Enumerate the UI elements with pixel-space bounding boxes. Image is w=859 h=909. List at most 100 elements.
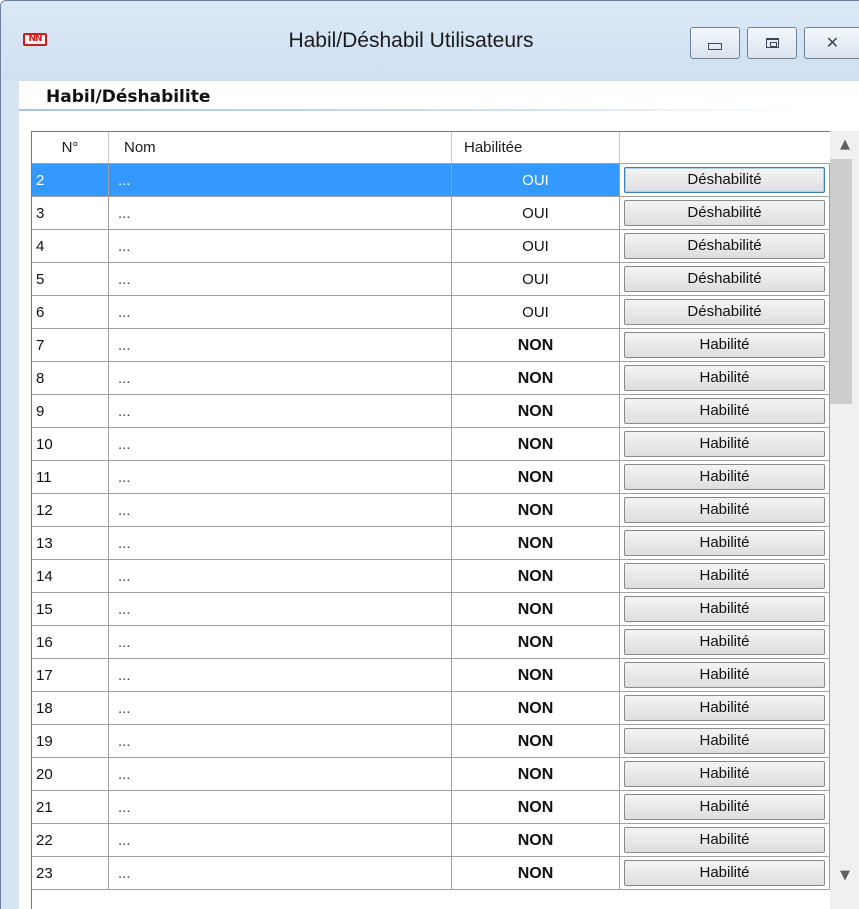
row-habilitee[interactable]: OUI bbox=[452, 164, 620, 197]
row-habilitee[interactable]: NON bbox=[452, 494, 620, 527]
row-name[interactable]: ... bbox=[109, 857, 452, 890]
deshabilite-button[interactable]: Déshabilité bbox=[624, 233, 825, 259]
row-habilitee[interactable]: NON bbox=[452, 395, 620, 428]
row-habilitee[interactable]: NON bbox=[452, 791, 620, 824]
habilite-button[interactable]: Habilité bbox=[624, 629, 825, 655]
row-habilitee[interactable]: NON bbox=[452, 659, 620, 692]
header-action[interactable] bbox=[620, 132, 830, 163]
table-row[interactable]: 9... NON Habilité bbox=[32, 395, 830, 428]
table-row[interactable]: 21... NON Habilité bbox=[32, 791, 830, 824]
row-name[interactable]: ... bbox=[109, 230, 452, 263]
row-name[interactable]: ... bbox=[109, 164, 452, 197]
deshabilite-button[interactable]: Déshabilité bbox=[624, 167, 825, 193]
row-name[interactable]: ... bbox=[109, 560, 452, 593]
row-name[interactable]: ... bbox=[109, 791, 452, 824]
deshabilite-button[interactable]: Déshabilité bbox=[624, 266, 825, 292]
row-number[interactable]: 20 bbox=[32, 758, 109, 791]
habilite-button[interactable]: Habilité bbox=[624, 332, 825, 358]
table-row[interactable]: 7... NON Habilité bbox=[32, 329, 830, 362]
table-row[interactable]: 6... OUI Déshabilité bbox=[32, 296, 830, 329]
row-habilitee[interactable]: NON bbox=[452, 329, 620, 362]
header-num[interactable]: N° bbox=[32, 132, 109, 163]
table-row[interactable]: 2... OUI Déshabilité bbox=[32, 164, 830, 197]
row-habilitee[interactable]: OUI bbox=[452, 197, 620, 230]
row-habilitee[interactable]: NON bbox=[452, 593, 620, 626]
row-number[interactable]: 7 bbox=[32, 329, 109, 362]
close-button[interactable]: ✕ bbox=[804, 27, 859, 59]
row-name[interactable]: ... bbox=[109, 494, 452, 527]
table-row[interactable]: 16... NON Habilité bbox=[32, 626, 830, 659]
row-habilitee[interactable]: NON bbox=[452, 725, 620, 758]
header-habilitee[interactable]: Habilitée bbox=[452, 132, 620, 163]
row-habilitee[interactable]: NON bbox=[452, 461, 620, 494]
chevron-up-icon[interactable]: ▲ bbox=[830, 131, 859, 159]
row-name[interactable]: ... bbox=[109, 263, 452, 296]
row-number[interactable]: 2 bbox=[32, 164, 109, 197]
habilite-button[interactable]: Habilité bbox=[624, 860, 825, 886]
row-habilitee[interactable]: OUI bbox=[452, 230, 620, 263]
table-row[interactable]: 13... NON Habilité bbox=[32, 527, 830, 560]
habilite-button[interactable]: Habilité bbox=[624, 398, 825, 424]
habilite-button[interactable]: Habilité bbox=[624, 794, 825, 820]
table-row[interactable]: 15... NON Habilité bbox=[32, 593, 830, 626]
header-nom[interactable]: Nom bbox=[109, 132, 452, 163]
deshabilite-button[interactable]: Déshabilité bbox=[624, 200, 825, 226]
habilite-button[interactable]: Habilité bbox=[624, 761, 825, 787]
row-number[interactable]: 22 bbox=[32, 824, 109, 857]
title-bar[interactable]: NN Habil/Déshabil Utilisateurs ✕ bbox=[1, 1, 859, 81]
row-name[interactable]: ... bbox=[109, 296, 452, 329]
table-row[interactable]: 18... NON Habilité bbox=[32, 692, 830, 725]
row-name[interactable]: ... bbox=[109, 758, 452, 791]
row-name[interactable]: ... bbox=[109, 593, 452, 626]
row-habilitee[interactable]: OUI bbox=[452, 263, 620, 296]
minimize-button[interactable] bbox=[690, 27, 740, 59]
row-habilitee[interactable]: NON bbox=[452, 857, 620, 890]
row-name[interactable]: ... bbox=[109, 527, 452, 560]
table-row[interactable]: 4... OUI Déshabilité bbox=[32, 230, 830, 263]
row-name[interactable]: ... bbox=[109, 824, 452, 857]
row-habilitee[interactable]: NON bbox=[452, 758, 620, 791]
row-name[interactable]: ... bbox=[109, 692, 452, 725]
row-number[interactable]: 4 bbox=[32, 230, 109, 263]
habilite-button[interactable]: Habilité bbox=[624, 728, 825, 754]
maximize-button[interactable] bbox=[747, 27, 797, 59]
table-row[interactable]: 12... NON Habilité bbox=[32, 494, 830, 527]
row-name[interactable]: ... bbox=[109, 659, 452, 692]
row-number[interactable]: 6 bbox=[32, 296, 109, 329]
row-number[interactable]: 12 bbox=[32, 494, 109, 527]
row-name[interactable]: ... bbox=[109, 329, 452, 362]
row-habilitee[interactable]: OUI bbox=[452, 296, 620, 329]
row-name[interactable]: ... bbox=[109, 395, 452, 428]
row-name[interactable]: ... bbox=[109, 461, 452, 494]
table-row[interactable]: 14... NON Habilité bbox=[32, 560, 830, 593]
row-habilitee[interactable]: NON bbox=[452, 560, 620, 593]
habilite-button[interactable]: Habilité bbox=[624, 695, 825, 721]
row-name[interactable]: ... bbox=[109, 197, 452, 230]
table-row[interactable]: 20... NON Habilité bbox=[32, 758, 830, 791]
habilite-button[interactable]: Habilité bbox=[624, 365, 825, 391]
table-row[interactable]: 11... NON Habilité bbox=[32, 461, 830, 494]
row-number[interactable]: 18 bbox=[32, 692, 109, 725]
row-number[interactable]: 19 bbox=[32, 725, 109, 758]
habilite-button[interactable]: Habilité bbox=[624, 563, 825, 589]
row-name[interactable]: ... bbox=[109, 626, 452, 659]
row-habilitee[interactable]: NON bbox=[452, 692, 620, 725]
table-row[interactable]: 10... NON Habilité bbox=[32, 428, 830, 461]
row-number[interactable]: 14 bbox=[32, 560, 109, 593]
row-name[interactable]: ... bbox=[109, 362, 452, 395]
row-number[interactable]: 11 bbox=[32, 461, 109, 494]
table-row[interactable]: 8... NON Habilité bbox=[32, 362, 830, 395]
row-number[interactable]: 17 bbox=[32, 659, 109, 692]
table-row[interactable]: 23... NON Habilité bbox=[32, 857, 830, 890]
row-number[interactable]: 23 bbox=[32, 857, 109, 890]
habilite-button[interactable]: Habilité bbox=[624, 464, 825, 490]
scrollbar-thumb[interactable] bbox=[830, 159, 852, 404]
row-number[interactable]: 13 bbox=[32, 527, 109, 560]
row-habilitee[interactable]: NON bbox=[452, 428, 620, 461]
row-habilitee[interactable]: NON bbox=[452, 362, 620, 395]
row-number[interactable]: 5 bbox=[32, 263, 109, 296]
habilite-button[interactable]: Habilité bbox=[624, 497, 825, 523]
row-name[interactable]: ... bbox=[109, 725, 452, 758]
row-habilitee[interactable]: NON bbox=[452, 824, 620, 857]
deshabilite-button[interactable]: Déshabilité bbox=[624, 299, 825, 325]
